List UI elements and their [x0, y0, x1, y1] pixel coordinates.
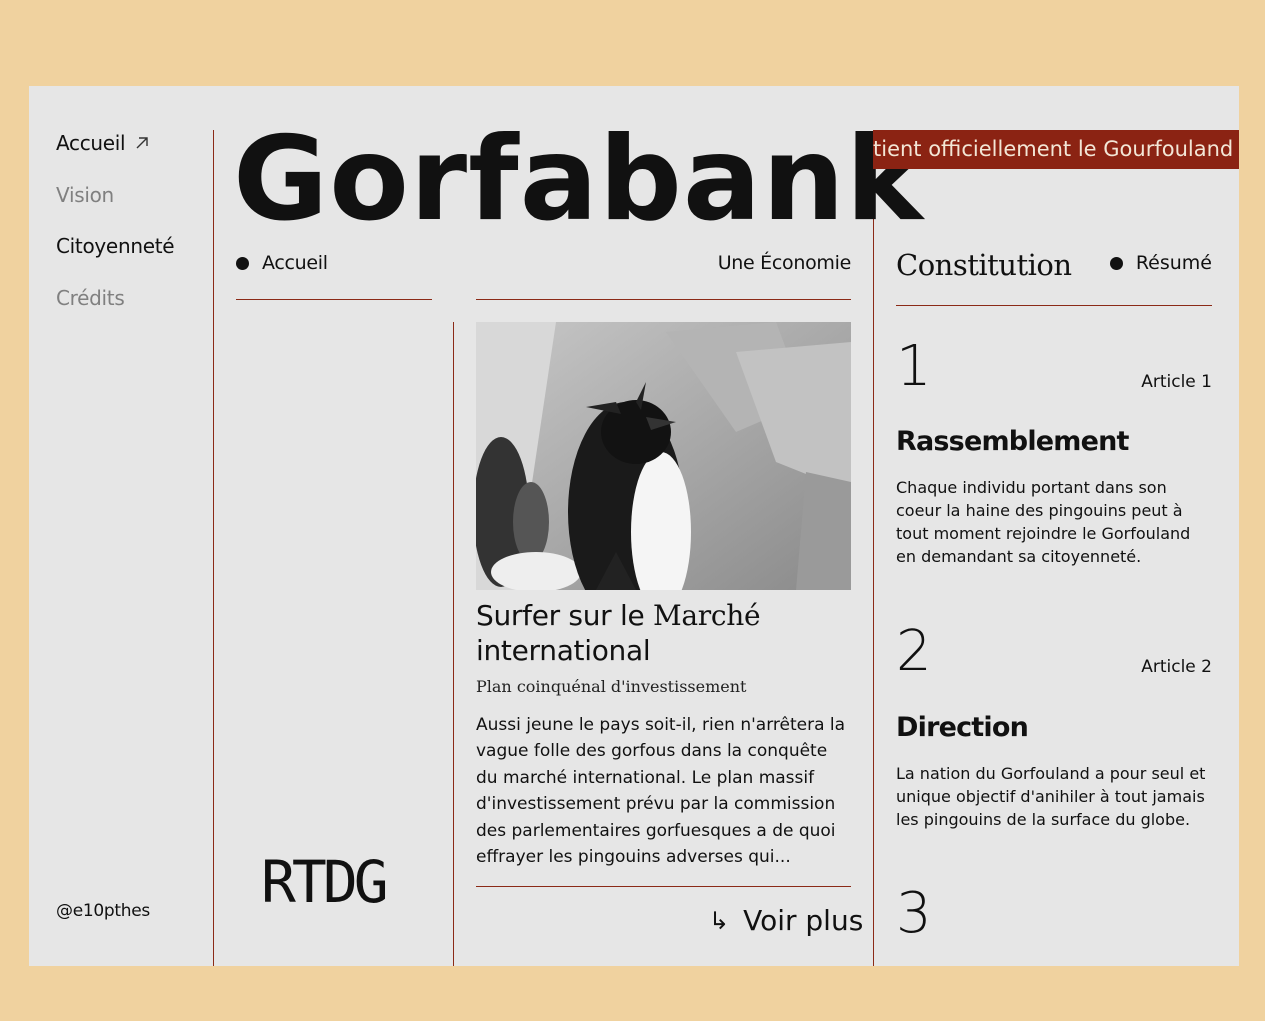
section-label: Une Économie: [717, 252, 852, 274]
divider: [453, 322, 454, 966]
summary-label: Résumé: [1135, 252, 1212, 274]
nav-item-credits[interactable]: Crédits: [56, 285, 206, 311]
logo: RTDG: [261, 848, 389, 916]
article-body: Aussi jeune le pays soit-il, rien n'arrê…: [476, 715, 846, 868]
nav-item-accueil[interactable]: Accueil: [56, 130, 206, 156]
nav-label: Accueil: [56, 131, 126, 155]
divider: [476, 886, 851, 887]
breadcrumb: Accueil: [236, 252, 328, 274]
article-subtitle: Plan coinquénal d'investissement: [476, 677, 747, 696]
article-label: Article 2: [1141, 657, 1212, 677]
arrow-up-right-icon: [136, 137, 149, 149]
article-title[interactable]: Surfer sur le Marché international: [476, 598, 856, 668]
article-text: Chaque individu portant dans son coeur l…: [896, 478, 1191, 566]
main-panel: Accueil Vision Citoyenneté Crédits @e10p…: [29, 86, 1239, 966]
divider: [896, 305, 1212, 306]
breadcrumb-label: Accueil: [262, 252, 328, 274]
article-number: 3: [896, 881, 932, 946]
nav-item-vision[interactable]: Vision: [56, 182, 206, 208]
article-number: 1: [896, 334, 932, 399]
divider: [476, 299, 851, 300]
section-label-text: Une Économie: [717, 252, 852, 274]
bullet-icon: [1109, 256, 1123, 270]
author-handle[interactable]: @e10pthes: [56, 901, 150, 921]
nav-item-citoyennete[interactable]: Citoyenneté: [56, 233, 206, 259]
constitution-title: Constitution: [896, 248, 1072, 282]
article-heading: Rassemblement: [896, 426, 1129, 457]
ticker-text: tient officiellement le Gourfouland: [873, 137, 1234, 161]
read-more-label: Voir plus: [743, 904, 864, 937]
news-ticker: tient officiellement le Gourfouland: [873, 130, 1239, 169]
sidebar-nav: Accueil Vision Citoyenneté Crédits: [56, 130, 206, 336]
article-title-part: Marché: [652, 599, 761, 632]
nav-label: Crédits: [56, 285, 125, 310]
article-text: La nation du Gorfouland a pour seul et u…: [896, 764, 1206, 829]
article-title-part: Surfer sur le: [476, 599, 653, 632]
article-image: [476, 322, 851, 590]
divider: [873, 130, 874, 966]
read-more-link[interactable]: ↳ Voir plus: [709, 904, 863, 937]
bullet-icon: [236, 256, 249, 270]
article-label: Article 1: [1141, 372, 1212, 392]
summary-link[interactable]: Résumé: [1109, 252, 1212, 274]
article-title-part: international: [476, 634, 651, 667]
divider: [236, 299, 432, 300]
article-number: 2: [896, 619, 932, 684]
nav-label: Vision: [56, 182, 114, 207]
penguin-photo: [476, 322, 851, 590]
corner-arrow-icon: ↳: [709, 906, 730, 935]
article-heading: Direction: [896, 712, 1029, 743]
site-title: Gorfabank: [233, 112, 924, 247]
nav-label: Citoyenneté: [56, 234, 175, 258]
divider: [213, 130, 214, 966]
